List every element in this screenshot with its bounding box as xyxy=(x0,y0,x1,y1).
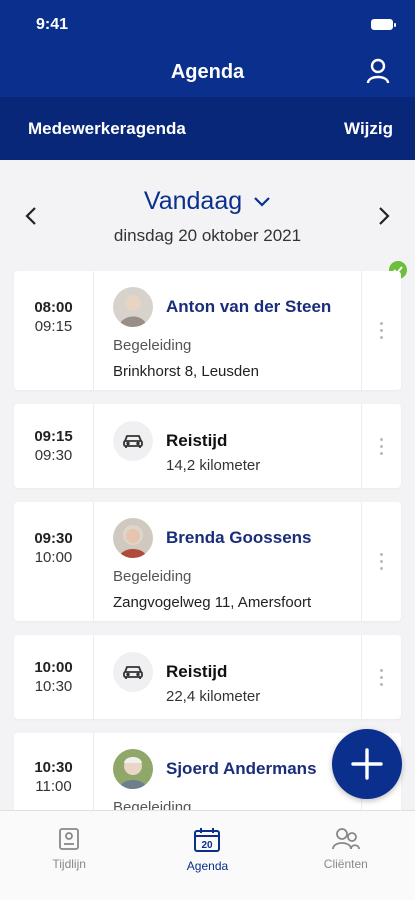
travel-distance: 22,4 kilometer xyxy=(166,688,261,705)
tab-label: Agenda xyxy=(186,859,229,873)
chevron-right-icon[interactable] xyxy=(375,205,393,227)
car-icon xyxy=(113,652,153,692)
tab-clienten[interactable]: Cliënten xyxy=(277,811,415,900)
battery-icon xyxy=(371,19,396,30)
start-time: 09:30 xyxy=(34,530,73,547)
appointment-card[interactable]: 08:00 09:15 Anton van der Steen Begeleid… xyxy=(14,271,401,390)
current-date: dinsdag 20 oktober 2021 xyxy=(113,226,302,245)
day-selector[interactable]: Vandaag xyxy=(0,187,415,216)
client-avatar xyxy=(113,749,153,789)
day-label: Vandaag xyxy=(143,187,243,215)
start-time: 10:30 xyxy=(34,759,73,776)
more-options-icon[interactable] xyxy=(361,635,401,719)
travel-label: Reistijd xyxy=(166,431,228,450)
more-options-icon[interactable] xyxy=(361,271,401,390)
end-time: 10:30 xyxy=(34,678,73,695)
travel-card[interactable]: 09:15 09:30 Reistijd 14,2 kilometer xyxy=(14,404,401,488)
plus-icon xyxy=(351,748,383,780)
end-time: 11:00 xyxy=(35,778,72,795)
status-time: 9:41 xyxy=(36,16,69,33)
time-range: 09:15 09:30 xyxy=(14,404,94,488)
edit-button[interactable]: Wijzig xyxy=(344,119,393,139)
client-avatar xyxy=(113,287,153,327)
page-title: Agenda xyxy=(170,61,245,83)
client-avatar xyxy=(113,518,153,558)
agenda-subbar: Medewerkeragenda Wijzig xyxy=(0,97,415,160)
end-time: 09:15 xyxy=(34,318,73,335)
date-navigation: Vandaag dinsdag 20 oktober 2021 xyxy=(0,160,415,270)
add-appointment-button[interactable] xyxy=(332,729,402,799)
clients-icon xyxy=(331,828,360,850)
client-address: Brinkhorst 8, Leusden xyxy=(113,363,259,380)
more-options-icon[interactable] xyxy=(361,404,401,488)
travel-label: Reistijd xyxy=(166,662,228,681)
car-icon xyxy=(113,421,153,461)
start-time: 10:00 xyxy=(34,659,73,676)
timeline-icon xyxy=(59,828,80,850)
calendar-icon: 20 xyxy=(194,828,221,852)
chevron-down-icon xyxy=(254,197,270,207)
activity-type: Begeleiding xyxy=(113,337,192,354)
end-time: 09:30 xyxy=(34,447,73,464)
client-address: Zangvogelweg 11, Amersfoort xyxy=(113,594,312,611)
travel-card[interactable]: 10:00 10:30 Reistijd 22,4 kilometer xyxy=(14,635,401,719)
end-time: 10:00 xyxy=(34,549,73,566)
client-name[interactable]: Sjoerd Andermans xyxy=(166,759,317,779)
travel-distance: 14,2 kilometer xyxy=(166,457,261,474)
start-time: 09:15 xyxy=(34,428,73,445)
more-options-icon[interactable] xyxy=(361,502,401,621)
time-range: 09:30 10:00 xyxy=(14,502,94,621)
client-name[interactable]: Anton van der Steen xyxy=(166,297,331,317)
calendar-day-number: 20 xyxy=(202,840,214,851)
tab-agenda[interactable]: 20 Agenda xyxy=(138,811,276,900)
appointment-card[interactable]: 09:30 10:00 Brenda Goossens Begeleiding … xyxy=(14,502,401,621)
profile-icon[interactable] xyxy=(365,58,391,84)
tab-label: Cliënten xyxy=(323,857,368,871)
tab-bar: Tijdlijn 20 Agenda Cliënten xyxy=(0,810,415,900)
time-range: 10:00 10:30 xyxy=(14,635,94,719)
app-header: 9:41 Agenda Medewerkeragenda Wijzig xyxy=(0,0,415,160)
time-range: 08:00 09:15 xyxy=(14,271,94,390)
agenda-type-label: Medewerkeragenda xyxy=(28,118,186,138)
activity-type: Begeleiding xyxy=(113,568,192,585)
client-name[interactable]: Brenda Goossens xyxy=(166,528,312,548)
tab-label: Tijdlijn xyxy=(52,857,86,871)
tab-tijdlijn[interactable]: Tijdlijn xyxy=(0,811,138,900)
start-time: 08:00 xyxy=(34,299,73,316)
